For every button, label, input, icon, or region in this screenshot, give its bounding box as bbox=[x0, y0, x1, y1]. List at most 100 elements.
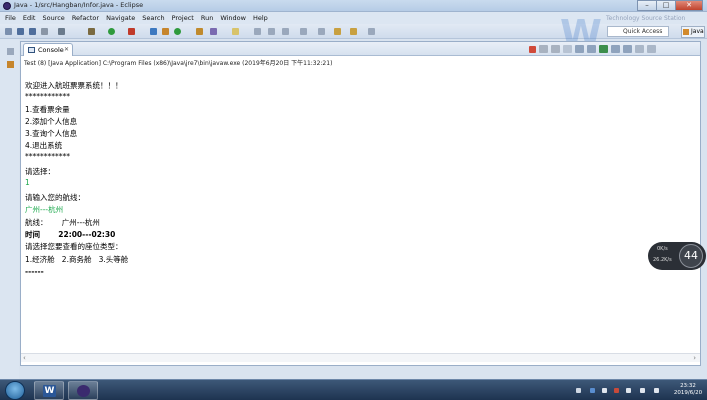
download-speed: 26.2K/s bbox=[653, 257, 672, 263]
remove-launch-icon[interactable] bbox=[539, 45, 548, 53]
minimize-view-icon[interactable] bbox=[635, 45, 644, 53]
terminate-icon[interactable] bbox=[529, 46, 536, 53]
tray-network-icon[interactable] bbox=[640, 388, 645, 393]
menu-run[interactable]: Run bbox=[201, 12, 213, 24]
view-tab-row: Console ✕ bbox=[21, 42, 700, 56]
close-button[interactable]: ✕ bbox=[675, 0, 703, 11]
next-annotation-icon[interactable] bbox=[300, 28, 307, 35]
network-meter-widget[interactable]: 0K/s 26.2K/s 44 bbox=[648, 242, 706, 270]
menu-help[interactable]: Help bbox=[253, 12, 268, 24]
forward-icon[interactable] bbox=[350, 28, 357, 35]
new-package-icon[interactable] bbox=[162, 28, 169, 35]
word-wrap-icon[interactable] bbox=[587, 45, 596, 53]
block-selection-icon[interactable] bbox=[282, 28, 289, 35]
annotation-icon[interactable] bbox=[254, 28, 261, 35]
scroll-right-icon[interactable]: › bbox=[693, 354, 696, 362]
menu-bar: File Edit Source Refactor Navigate Searc… bbox=[0, 12, 707, 24]
pin-icon[interactable] bbox=[368, 28, 375, 35]
show-whitespace-icon[interactable] bbox=[268, 28, 275, 35]
console-line: 请选择您要查看的座位类型： bbox=[25, 242, 123, 251]
window-controls: – □ ✕ bbox=[637, 0, 703, 11]
scroll-lock-icon[interactable] bbox=[575, 45, 584, 53]
java-perspective-button[interactable]: Java bbox=[681, 26, 705, 38]
restore-icon[interactable] bbox=[7, 48, 14, 55]
menu-source[interactable]: Source bbox=[42, 12, 64, 24]
tray-shield-icon[interactable] bbox=[590, 388, 595, 393]
clear-console-icon[interactable] bbox=[563, 45, 572, 53]
menu-refactor[interactable]: Refactor bbox=[72, 12, 99, 24]
console-line: 1.查看票余量 bbox=[25, 105, 70, 114]
display-console-icon[interactable] bbox=[611, 45, 620, 53]
save-all-icon[interactable] bbox=[29, 28, 36, 35]
back-icon[interactable] bbox=[334, 28, 341, 35]
menu-window[interactable]: Window bbox=[220, 12, 246, 24]
menu-file[interactable]: File bbox=[5, 12, 16, 24]
tray-battery-icon[interactable] bbox=[576, 388, 581, 393]
quick-access-field[interactable]: Quick Access bbox=[607, 26, 669, 37]
tab-console-label: Console bbox=[38, 46, 64, 54]
eclipse-icon bbox=[77, 385, 90, 397]
taskbar-clock[interactable]: 23:32 2019/6/20 bbox=[670, 383, 706, 397]
maximize-button[interactable]: □ bbox=[656, 0, 676, 11]
menu-project[interactable]: Project bbox=[172, 12, 194, 24]
new-icon[interactable] bbox=[5, 28, 12, 35]
tray-app-icon[interactable] bbox=[614, 388, 619, 393]
scroll-left-icon[interactable]: ‹ bbox=[23, 354, 26, 362]
menu-search[interactable]: Search bbox=[142, 12, 164, 24]
mark-occurrences-icon[interactable] bbox=[232, 28, 239, 35]
horizontal-scrollbar[interactable]: ‹ › bbox=[21, 353, 700, 362]
minimize-button[interactable]: – bbox=[637, 0, 657, 11]
menu-edit[interactable]: Edit bbox=[23, 12, 36, 24]
maximize-view-icon[interactable] bbox=[647, 45, 656, 53]
tray-flag-icon[interactable] bbox=[602, 388, 607, 393]
window-title: Java - 1/src/Hangban/Infor.java - Eclips… bbox=[14, 1, 144, 9]
console-line: 欢迎进入航班票票系统！！！ bbox=[25, 81, 123, 90]
main-toolbar bbox=[0, 24, 707, 39]
console-line: 3.查询个人信息 bbox=[25, 129, 78, 138]
clock-date: 2019/6/20 bbox=[673, 390, 703, 396]
open-type-icon[interactable] bbox=[196, 28, 203, 35]
left-trim-bar bbox=[0, 39, 19, 379]
usage-percent: 44 bbox=[679, 244, 703, 268]
pin-console-icon[interactable] bbox=[599, 45, 608, 53]
run-icon[interactable] bbox=[108, 28, 115, 35]
console-input-line: 广州---杭州 bbox=[25, 205, 64, 214]
print-icon[interactable] bbox=[41, 28, 48, 35]
console-line: 航线： 广州---杭州 bbox=[25, 218, 100, 227]
title-bar: Java - 1/src/Hangban/Infor.java - Eclips… bbox=[0, 0, 707, 12]
console-toolbar bbox=[529, 45, 659, 54]
upload-speed: 0K/s bbox=[657, 246, 668, 252]
prev-annotation-icon[interactable] bbox=[318, 28, 325, 35]
open-console-icon[interactable] bbox=[623, 45, 632, 53]
console-line: 4.退出系统 bbox=[25, 141, 63, 150]
console-line: 2.添加个人信息 bbox=[25, 117, 78, 126]
tab-console[interactable]: Console ✕ bbox=[23, 43, 73, 56]
eclipse-app-icon bbox=[3, 2, 11, 10]
external-tools-icon[interactable] bbox=[128, 28, 135, 35]
cut-icon[interactable] bbox=[58, 28, 65, 35]
package-explorer-icon[interactable] bbox=[7, 61, 14, 68]
taskbar: W 23:32 2019/6/20 bbox=[0, 379, 707, 400]
menu-navigate[interactable]: Navigate bbox=[106, 12, 135, 24]
console-line: 请选择： bbox=[25, 167, 55, 176]
search-icon[interactable] bbox=[210, 28, 217, 35]
save-icon[interactable] bbox=[17, 28, 24, 35]
word-icon: W bbox=[43, 385, 56, 397]
taskbar-word-button[interactable]: W bbox=[34, 381, 64, 400]
clock-time: 23:32 bbox=[680, 383, 696, 389]
remove-all-icon[interactable] bbox=[551, 45, 560, 53]
console-line: ************ bbox=[25, 92, 70, 101]
new-java-project-icon[interactable] bbox=[150, 28, 157, 35]
console-status-line: Test (8) [Java Application] C:\Program F… bbox=[24, 60, 333, 67]
new-class-icon[interactable] bbox=[174, 28, 181, 35]
taskbar-eclipse-button[interactable] bbox=[68, 381, 98, 400]
start-button[interactable] bbox=[5, 381, 25, 400]
tray-keyboard-icon[interactable] bbox=[626, 388, 631, 393]
console-line: 请输入您的航线： bbox=[25, 193, 85, 202]
console-line: 1.经济舱 2.商务舱 3.头等舱 bbox=[25, 255, 129, 264]
tray-volume-icon[interactable] bbox=[654, 388, 659, 393]
debug-icon[interactable] bbox=[88, 28, 95, 35]
console-input-line: 1 bbox=[25, 178, 30, 187]
console-icon bbox=[28, 47, 35, 53]
close-icon[interactable]: ✕ bbox=[64, 46, 69, 53]
